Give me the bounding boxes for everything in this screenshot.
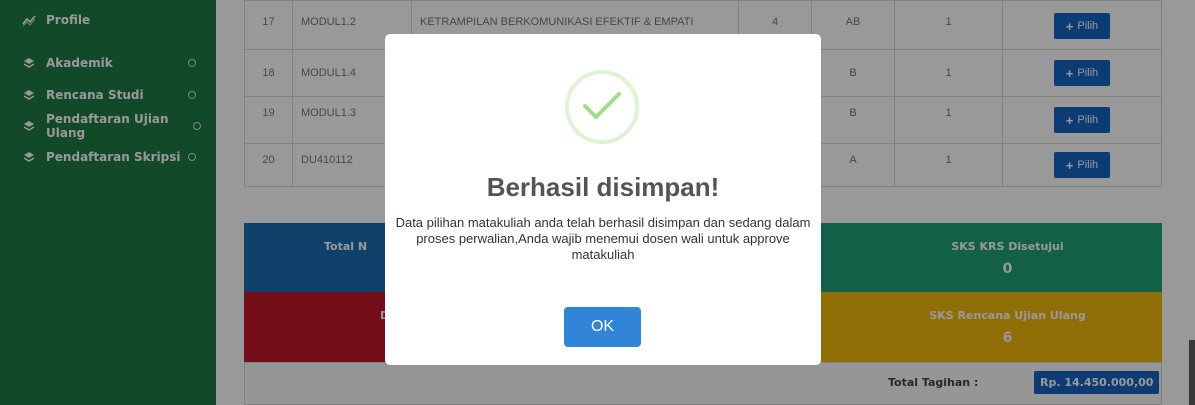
success-check-icon — [565, 70, 639, 144]
success-dialog: Berhasil disimpan! Data pilihan matakuli… — [385, 34, 821, 365]
ok-button[interactable]: OK — [564, 307, 641, 347]
dialog-title: Berhasil disimpan! — [486, 172, 720, 202]
dialog-message: Data pilihan matakuliah anda telah berha… — [395, 215, 811, 262]
